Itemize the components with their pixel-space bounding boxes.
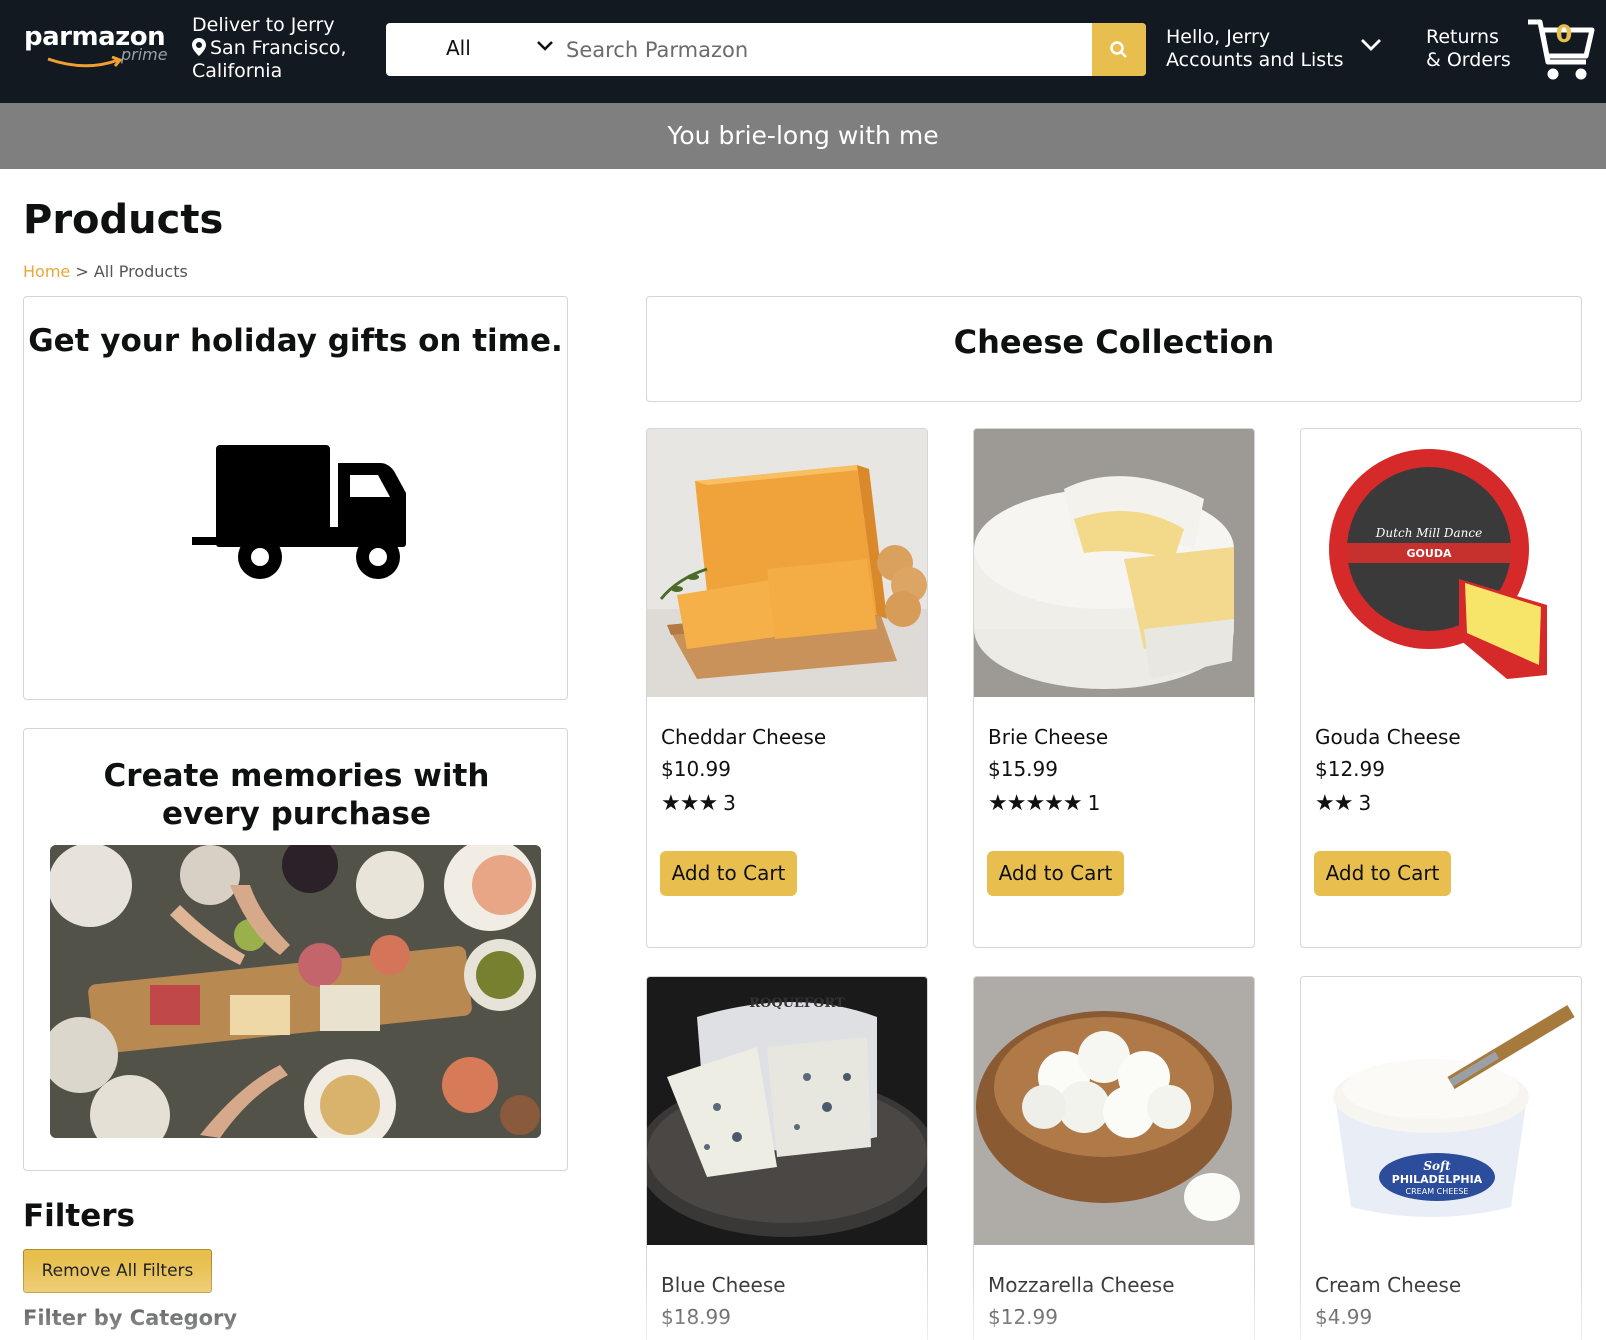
top-navbar: parmazon prime Deliver to Jerry San Fran… (0, 0, 1606, 103)
memories-card: Create memories with every purchase (23, 728, 568, 1171)
add-to-cart-button[interactable]: Add to Cart (660, 851, 797, 896)
memories-title: Create memories with every purchase (103, 758, 490, 832)
returns-label: Returns (1426, 26, 1499, 48)
product-name[interactable]: Cream Cheese (1315, 1273, 1461, 1297)
orders-label: & Orders (1426, 49, 1511, 71)
breadcrumb: Home > All Products (23, 262, 188, 281)
holiday-gifts-title: Get your holiday gifts on time. (28, 323, 563, 359)
cream-label-sub: CREAM CHEESE (1406, 1187, 1469, 1196)
search-bar: All (386, 23, 1146, 76)
product-name[interactable]: Mozzarella Cheese (988, 1273, 1175, 1297)
account-menu[interactable]: Hello, Jerry Accounts and Lists (1166, 26, 1344, 72)
product-card: Mozzarella Cheese $12.99 (973, 976, 1255, 1340)
product-card: Soft PHILADELPHIA CREAM CHEESE Cream Che… (1300, 976, 1582, 1340)
returns-orders-link[interactable]: Returns & Orders (1426, 26, 1511, 72)
product-card: Dutch Mill Dance GOUDA Gouda Cheese $12.… (1300, 428, 1582, 948)
search-icon (1110, 40, 1127, 58)
parmazon-logo[interactable]: parmazon prime (24, 22, 174, 72)
collection-title: Cheese Collection (953, 323, 1275, 361)
gouda-label-text: Dutch Mill Dance (1375, 526, 1482, 540)
product-rating: ★★★★★ 1 (988, 791, 1100, 816)
search-category-select[interactable]: All (386, 23, 562, 76)
product-name[interactable]: Blue Cheese (661, 1273, 786, 1297)
holiday-gifts-card: Get your holiday gifts on time. (23, 296, 568, 700)
page-title: Products (23, 197, 224, 243)
blue-label-text: ROQUEFORT (749, 996, 845, 1011)
product-rating: ★★★ 3 (661, 791, 736, 816)
product-price: $4.99 (1315, 1305, 1373, 1329)
rating-count: 1 (1087, 791, 1101, 815)
product-price: $12.99 (1315, 757, 1385, 781)
product-price: $18.99 (661, 1305, 731, 1329)
product-name[interactable]: Brie Cheese (988, 725, 1108, 749)
breadcrumb-separator: > (70, 262, 94, 281)
product-price: $15.99 (988, 757, 1058, 781)
deliver-line2: San Francisco, (210, 37, 347, 59)
product-card: Cheddar Cheese $10.99 ★★★ 3 Add to Cart (646, 428, 928, 948)
search-button[interactable] (1092, 23, 1146, 76)
account-lists-label: Accounts and Lists (1166, 49, 1344, 71)
gouda-cheese-image[interactable]: Dutch Mill Dance GOUDA (1301, 429, 1581, 697)
mozzarella-cheese-image[interactable] (974, 977, 1254, 1245)
charcuterie-photo (50, 845, 541, 1138)
filter-by-category-heading: Filter by Category (23, 1306, 238, 1330)
product-price: $12.99 (988, 1305, 1058, 1329)
search-category-label: All (446, 36, 471, 60)
remove-all-filters-button[interactable]: Remove All Filters (23, 1249, 212, 1293)
star-rating-icon: ★★★ (661, 791, 718, 816)
breadcrumb-home-link[interactable]: Home (23, 262, 70, 281)
rating-count: 3 (723, 791, 736, 815)
product-name[interactable]: Cheddar Cheese (661, 725, 826, 749)
product-rating: ★★ 3 (1315, 791, 1371, 816)
promo-banner: You brie-long with me (0, 103, 1606, 169)
account-greeting: Hello, Jerry (1166, 26, 1271, 48)
deliver-line2-wrap: San Francisco, (192, 37, 347, 60)
product-name[interactable]: Gouda Cheese (1315, 725, 1461, 749)
logo-prime-label: prime (121, 45, 168, 64)
search-input[interactable] (566, 31, 1066, 68)
cream-cheese-image[interactable]: Soft PHILADELPHIA CREAM CHEESE (1301, 977, 1581, 1245)
chevron-down-icon (537, 41, 553, 51)
chevron-down-icon[interactable] (1360, 38, 1382, 52)
cream-label-brand: Soft (1423, 1159, 1451, 1173)
cart-count-badge: 0 (1555, 20, 1573, 48)
brie-cheese-image[interactable] (974, 429, 1254, 697)
add-to-cart-button[interactable]: Add to Cart (987, 851, 1124, 896)
logo-smile-icon (47, 56, 123, 68)
cheddar-cheese-image[interactable] (647, 429, 927, 697)
add-to-cart-button[interactable]: Add to Cart (1314, 851, 1451, 896)
product-card: Brie Cheese $15.99 ★★★★★ 1 Add to Cart (973, 428, 1255, 948)
cream-label-name: PHILADELPHIA (1392, 1173, 1483, 1186)
rating-count: 3 (1358, 791, 1372, 815)
deliver-line1: Deliver to Jerry (192, 14, 335, 36)
star-rating-icon: ★★ (1315, 791, 1353, 816)
location-pin-icon (192, 38, 206, 56)
product-card: ROQUEFORT Blue Cheese $18.99 (646, 976, 928, 1340)
filters-title: Filters (23, 1198, 136, 1234)
deliver-to-location[interactable]: Deliver to Jerry San Francisco, Californ… (192, 14, 347, 83)
deliver-line3: California (192, 60, 283, 82)
product-price: $10.99 (661, 757, 731, 781)
cheese-collection-header: Cheese Collection (646, 296, 1582, 402)
star-rating-icon: ★★★★★ (988, 791, 1083, 816)
breadcrumb-current: All Products (93, 262, 188, 281)
blue-cheese-image[interactable]: ROQUEFORT (647, 977, 927, 1245)
gouda-label-sub: GOUDA (1407, 547, 1452, 560)
delivery-truck-icon (192, 445, 406, 579)
